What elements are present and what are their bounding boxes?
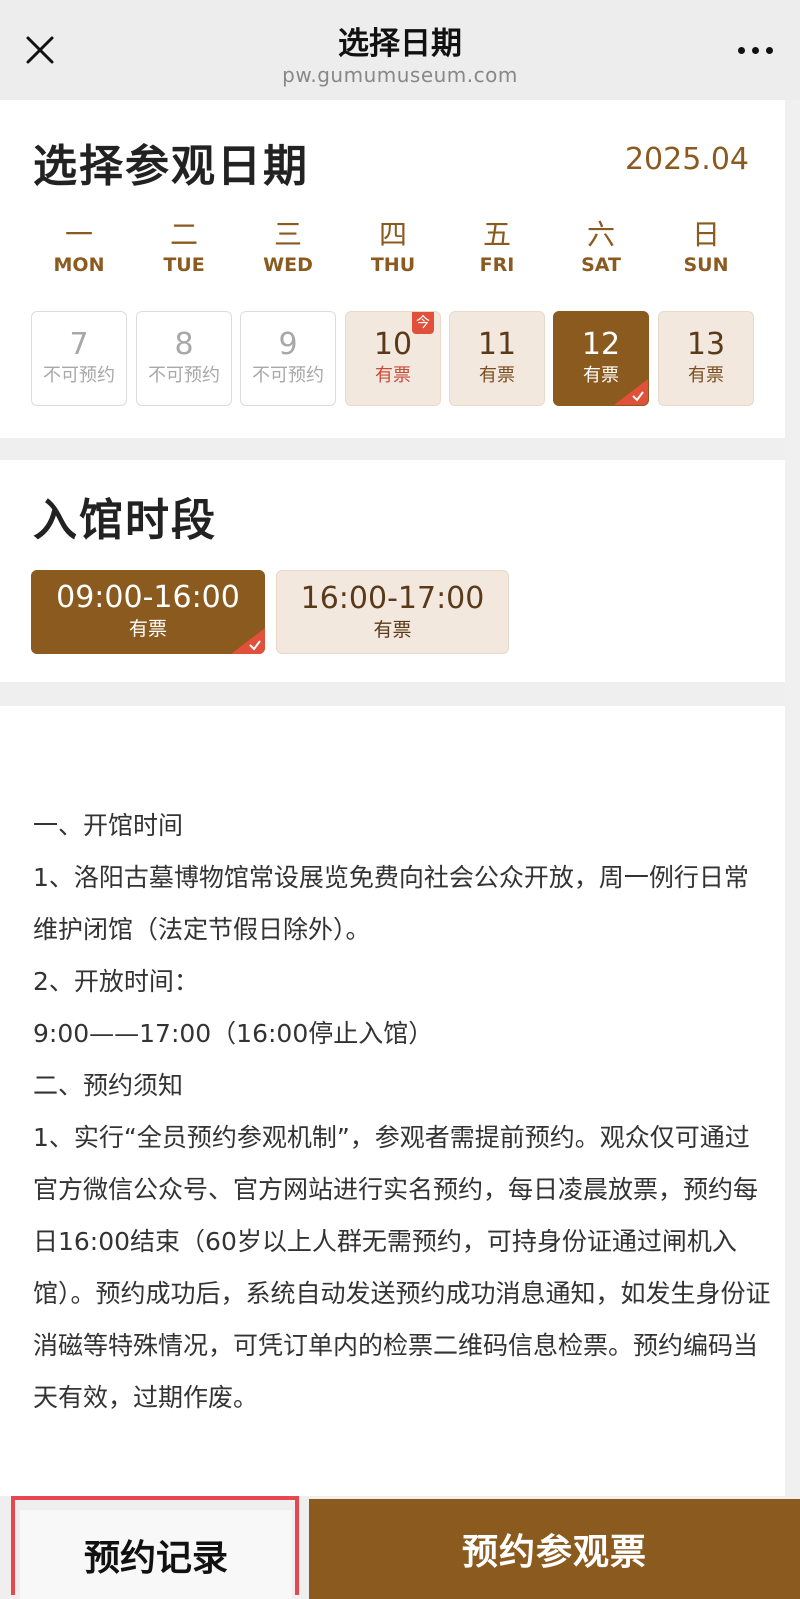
weekday-label: 四 THU: [343, 218, 443, 278]
weekday-en: THU: [370, 254, 416, 276]
time-slot-section: 入馆时段 09:00-16:00 有票 16:00-17:00 有票: [0, 460, 785, 682]
weekday-label: 五 FRI: [447, 218, 547, 278]
day-number: 12: [581, 327, 621, 362]
check-icon: [632, 391, 644, 402]
day-status: 不可预约: [252, 365, 324, 386]
page-domain: pw.gumumuseum.com: [282, 63, 518, 87]
day-status: 有票: [479, 365, 515, 386]
day-cell[interactable]: 11 有票: [449, 311, 545, 406]
weekday-en: TUE: [163, 254, 205, 276]
notice-line: 1、实行“全员预约参观机制”，参观者需提前预约。观众仅可通过官方微信公众号、官方…: [33, 1123, 771, 1412]
more-dots-icon: [737, 46, 773, 54]
day-number: 9: [278, 327, 298, 362]
weekday-cn: 五: [482, 218, 511, 251]
notice-section: 一、开馆时间 1、洛阳古墓博物馆常设展览免费向社会公众开放，周一例行日常维护闭馆…: [0, 706, 785, 1496]
weekday-en: FRI: [479, 254, 515, 276]
book-ticket-button[interactable]: 预约参观票: [309, 1499, 800, 1599]
day-status: 不可预约: [43, 365, 115, 386]
more-button[interactable]: [730, 34, 780, 66]
weekday-cn: 二: [169, 218, 198, 251]
weekday-en: MON: [53, 254, 105, 276]
time-slot-range: 09:00-16:00: [56, 580, 240, 615]
day-number: 11: [477, 327, 517, 362]
page-title: 选择日期: [338, 26, 462, 62]
day-status: 不可预约: [148, 365, 220, 386]
time-slot-status: 有票: [128, 618, 167, 640]
weekday-label: 三 WED: [238, 218, 338, 278]
weekday-en: SAT: [581, 254, 621, 276]
weekday-cn: 一: [64, 218, 93, 251]
scrollbar[interactable]: [785, 100, 800, 1496]
time-slot-range: 16:00-17:00: [300, 581, 485, 616]
today-badge: 今: [412, 312, 434, 334]
day-number: 8: [174, 327, 194, 362]
time-slot-status: 有票: [373, 619, 412, 641]
time-section-title: 入馆时段: [33, 495, 217, 546]
date-section: 选择参观日期 2025.04 一 MON 二 TUE 三 WED 四 THU 五 FRI 六 SAT 日…: [0, 100, 785, 438]
time-slot-morning[interactable]: 09:00-16:00 有票: [31, 570, 265, 654]
weekday-cn: 日: [691, 218, 720, 251]
day-cell: 8 不可预约: [136, 311, 232, 406]
weekday-cn: 六: [586, 218, 615, 251]
notice-line: 二、预约须知: [33, 1071, 184, 1100]
day-status: 有票: [375, 365, 411, 386]
day-cell: 9 不可预约: [240, 311, 336, 406]
day-number: 13: [686, 327, 726, 362]
day-cell[interactable]: 12 有票: [553, 311, 649, 406]
booking-records-button[interactable]: 预约记录: [20, 1510, 292, 1599]
weekday-label: 日 SUN: [656, 218, 756, 278]
check-icon: [249, 640, 261, 651]
day-number: 7: [69, 327, 89, 362]
date-section-title: 选择参观日期: [33, 141, 309, 192]
day-cell: 7 不可预约: [31, 311, 127, 406]
day-cell[interactable]: 10 有票今: [345, 311, 441, 406]
weekday-cn: 四: [378, 218, 407, 251]
day-cell[interactable]: 13 有票: [658, 311, 754, 406]
weekday-cn: 三: [273, 218, 302, 251]
weekday-en: SUN: [683, 254, 729, 276]
weekday-label: 二 TUE: [134, 218, 234, 278]
weekday-en: WED: [263, 254, 313, 276]
weekday-label: 六 SAT: [551, 218, 651, 278]
weekday-label: 一 MON: [29, 218, 129, 278]
time-slot-afternoon[interactable]: 16:00-17:00 有票: [276, 570, 509, 654]
bottom-action-bar: 预约记录 预约参观票: [0, 1496, 800, 1599]
notice-line: 1、洛阳古墓博物馆常设展览免费向社会公众开放，周一例行日常维护闭馆（法定节假日除…: [33, 863, 749, 944]
notice-text: 一、开馆时间 1、洛阳古墓博物馆常设展览免费向社会公众开放，周一例行日常维护闭馆…: [33, 800, 773, 1424]
notice-line: 2、开放时间：: [33, 967, 199, 996]
top-bar: 选择日期 pw.gumumuseum.com: [0, 0, 800, 100]
day-status: 有票: [688, 365, 724, 386]
notice-line: 一、开馆时间: [33, 811, 184, 840]
notice-line: 9:00——17:00（16:00停止入馆）: [33, 1019, 434, 1048]
month-label: 2025.04: [624, 142, 749, 177]
